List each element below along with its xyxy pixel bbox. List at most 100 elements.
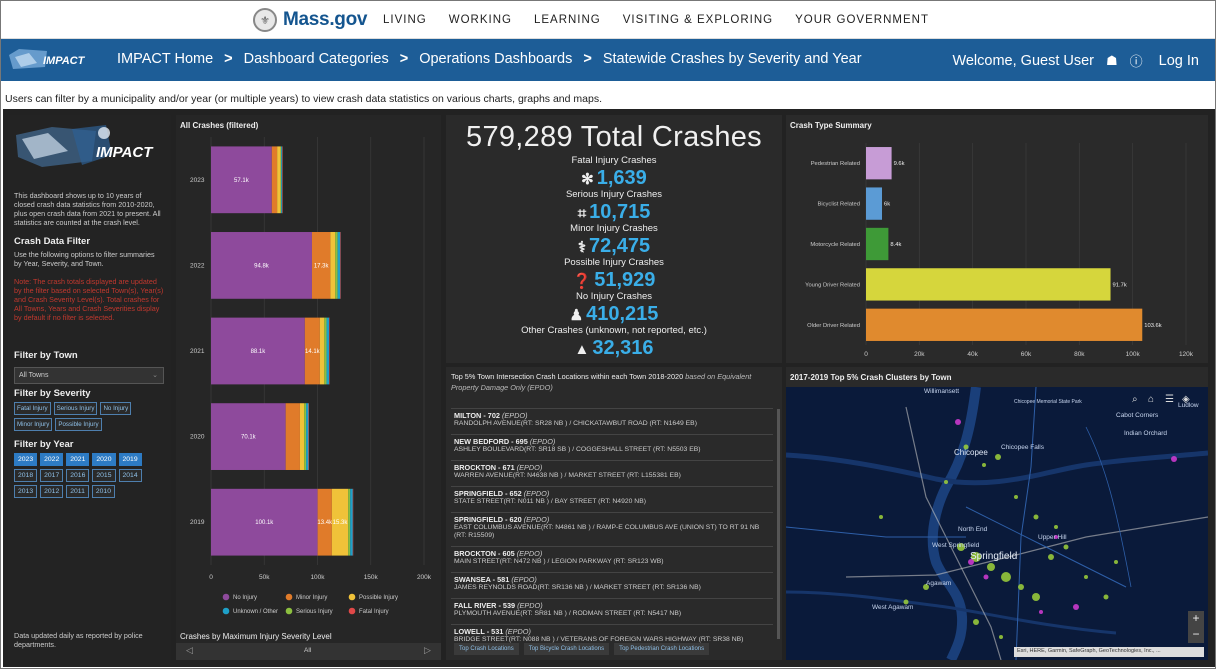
year-chip-2023[interactable]: 2023: [14, 453, 38, 466]
bar-segment[interactable]: [277, 146, 281, 214]
impact-logo-text: IMPACT: [96, 144, 154, 161]
bar-value-label: 9.6k: [894, 161, 905, 167]
search-icon[interactable]: ⌕: [1132, 394, 1138, 405]
year-chip-2017[interactable]: 2017: [40, 469, 64, 482]
help-icon[interactable]: ⓘ: [1130, 51, 1143, 70]
bar-data-label: 100.1k: [255, 520, 274, 526]
bar-segment[interactable]: [352, 488, 354, 556]
bar-segment[interactable]: [281, 146, 283, 214]
bar-segment[interactable]: [308, 403, 309, 470]
nav-learning[interactable]: LEARNING: [534, 14, 601, 26]
x-tick-label: 0: [209, 574, 213, 581]
bar-segment[interactable]: [319, 317, 325, 385]
user-icon[interactable]: ☗: [1106, 53, 1118, 69]
severity-chip-fatal[interactable]: Fatal Injury: [14, 402, 51, 415]
nav-working[interactable]: WORKING: [449, 14, 512, 26]
bar-segment[interactable]: [282, 146, 283, 214]
bar-segment[interactable]: [280, 146, 282, 214]
year-chip-2019[interactable]: 2019: [118, 453, 142, 466]
bar-segment[interactable]: [326, 317, 330, 385]
login-link[interactable]: Log In: [1159, 53, 1199, 69]
bar-segment[interactable]: [330, 232, 336, 299]
year-chip-2010[interactable]: 2010: [91, 485, 115, 498]
bar-segment[interactable]: [348, 488, 351, 556]
list-item[interactable]: NEW BEDFORD - 695 (EPDO) ASHLEY BOULEVARD…: [451, 434, 773, 460]
bar-segment[interactable]: [337, 232, 341, 299]
crash-type-bar[interactable]: [866, 187, 882, 220]
list-scrollbar[interactable]: [777, 409, 780, 639]
year-chip-2016[interactable]: 2016: [66, 469, 90, 482]
tab-top-pedestrian[interactable]: Top Pedestrian Crash Locations: [614, 643, 710, 655]
map-label-upper-hill: Upper Hill: [1038, 534, 1067, 541]
legend-label: Possible Injury: [359, 595, 398, 601]
list-item[interactable]: SWANSEA - 581 (EPDO) JAMES REYNOLDS ROAD(…: [451, 572, 773, 598]
list-item[interactable]: FALL RIVER - 539 (EPDO) PLYMOUTH AVENUE(R…: [451, 598, 773, 624]
year-chip-2022[interactable]: 2022: [40, 453, 64, 466]
next-arrow-icon[interactable]: ▷: [424, 645, 431, 656]
severity-chip-minor[interactable]: Minor Injury: [14, 418, 53, 431]
severity-icon: ⌗: [577, 205, 587, 222]
nav-living[interactable]: LIVING: [383, 14, 427, 26]
bar-segment[interactable]: [304, 403, 307, 470]
list-item[interactable]: MILTON - 702 (EPDO) RANDOLPH AVENUE(RT: S…: [451, 408, 773, 434]
crumb-categories[interactable]: Dashboard Categories: [244, 51, 389, 67]
x-tick-label: 40k: [967, 351, 978, 358]
category-label: Older Driver Related: [807, 323, 860, 329]
severity-chip-serious[interactable]: Serious Injury: [53, 402, 98, 415]
list-icon[interactable]: ☰: [1165, 394, 1174, 405]
bar-segment[interactable]: [350, 488, 353, 556]
zoom-out-button[interactable]: −: [1188, 627, 1204, 643]
bar-segment[interactable]: [340, 232, 341, 299]
bar-segment[interactable]: [285, 403, 300, 470]
tab-top-crash[interactable]: Top Crash Locations: [454, 643, 519, 655]
crumb-operations[interactable]: Operations Dashboards: [419, 51, 572, 67]
zoom-in-button[interactable]: +: [1188, 611, 1204, 627]
massgov-logo[interactable]: ⚜ Mass.gov: [253, 7, 367, 33]
list-item[interactable]: BROCKTON - 605 (EPDO) MAIN STREET(RT: N47…: [451, 546, 773, 572]
bar-segment[interactable]: [329, 317, 330, 385]
crash-type-bar[interactable]: [866, 308, 1143, 341]
crash-cluster-map[interactable]: Willimansett Chicopee Memorial State Par…: [786, 387, 1208, 660]
bar-segment[interactable]: [335, 232, 338, 299]
bar-segment[interactable]: [324, 317, 327, 385]
crash-type-bar[interactable]: [866, 268, 1111, 301]
list-item[interactable]: BROCKTON - 671 (EPDO) WARREN AVENUE(RT: N…: [451, 460, 773, 486]
severity-chip-possible[interactable]: Possible Injury: [55, 418, 102, 431]
year-chip-2012[interactable]: 2012: [40, 485, 64, 498]
crash-type-bar[interactable]: [866, 147, 892, 180]
year-chip-2015[interactable]: 2015: [92, 469, 116, 482]
year-chip-2018[interactable]: 2018: [14, 469, 38, 482]
bar-segment[interactable]: [271, 146, 278, 214]
top-locations-title-text: Top 5% Town Intersection Crash Locations…: [451, 372, 684, 381]
chevron-down-icon: ⌄: [152, 372, 158, 379]
total-value: 10,715: [589, 201, 651, 223]
impact-header-logo[interactable]: IMPACT: [7, 47, 105, 73]
year-chip-2013[interactable]: 2013: [14, 485, 38, 498]
x-tick-label: 20k: [914, 351, 925, 358]
nav-government[interactable]: YOUR GOVERNMENT: [795, 14, 929, 26]
list-item-epdo: (EPDO): [501, 411, 528, 420]
list-item-location: WARREN AVENUE(RT: N4638 NB ) / MARKET ST…: [454, 472, 681, 479]
tab-top-bicycle[interactable]: Top Bicycle Crash Locations: [523, 643, 610, 655]
prev-arrow-icon[interactable]: ◁: [186, 645, 193, 656]
severity-chip-no-injury[interactable]: No Injury: [100, 402, 132, 415]
layers-icon[interactable]: ◈: [1182, 394, 1190, 405]
crash-type-bar[interactable]: [866, 227, 889, 261]
bar-segment[interactable]: [306, 403, 309, 470]
list-item[interactable]: SPRINGFIELD - 652 (EPDO) STATE STREET(RT:…: [451, 486, 773, 512]
bar-value-label: 8.4k: [890, 242, 901, 248]
all-crashes-chart: 0 50k 100k 150k 200k 2023 57.1k 2022 94.8k 17.3k 2…: [190, 137, 432, 615]
list-item-town: BROCKTON - 671: [454, 463, 515, 472]
list-item[interactable]: SPRINGFIELD - 620 (EPDO) EAST COLUMBUS AV…: [451, 512, 773, 546]
bar-data-label: 88.1k: [251, 349, 267, 355]
year-chip-2020[interactable]: 2020: [92, 453, 116, 466]
map-label-chicopee: Chicopee: [954, 448, 988, 457]
nav-visiting[interactable]: VISITING & EXPLORING: [623, 14, 773, 26]
year-chip-2011[interactable]: 2011: [66, 485, 89, 498]
year-chip-2021[interactable]: 2021: [66, 453, 90, 466]
crumb-home[interactable]: IMPACT Home: [117, 51, 213, 67]
bar-segment[interactable]: [299, 403, 305, 470]
town-select[interactable]: All Towns ⌄: [14, 367, 164, 384]
home-icon[interactable]: ⌂: [1148, 394, 1154, 405]
year-chip-2014[interactable]: 2014: [118, 469, 142, 482]
